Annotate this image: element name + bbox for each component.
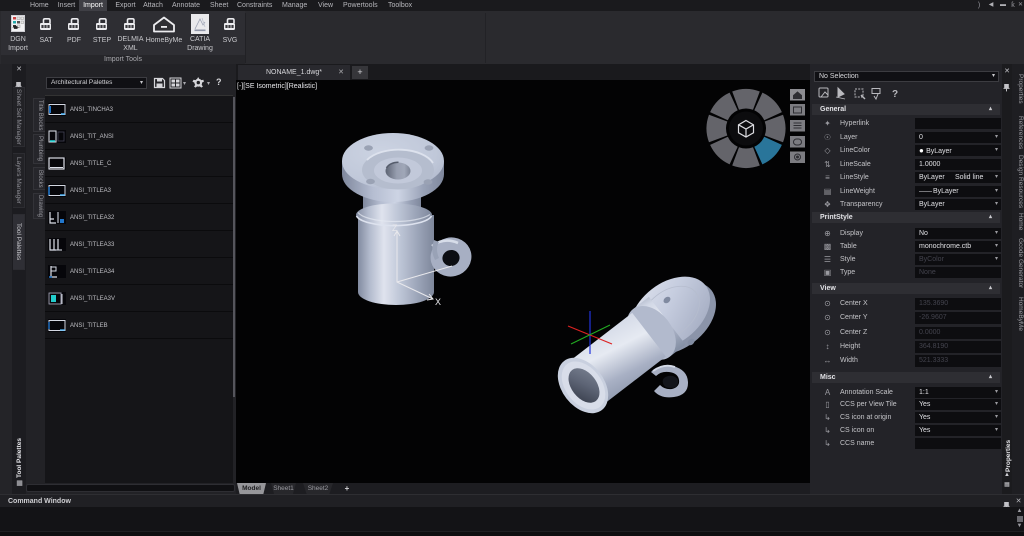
svg-text:Z: Z xyxy=(392,223,398,233)
svg-text:?: ? xyxy=(892,89,898,100)
svg-text:X: X xyxy=(435,297,441,307)
